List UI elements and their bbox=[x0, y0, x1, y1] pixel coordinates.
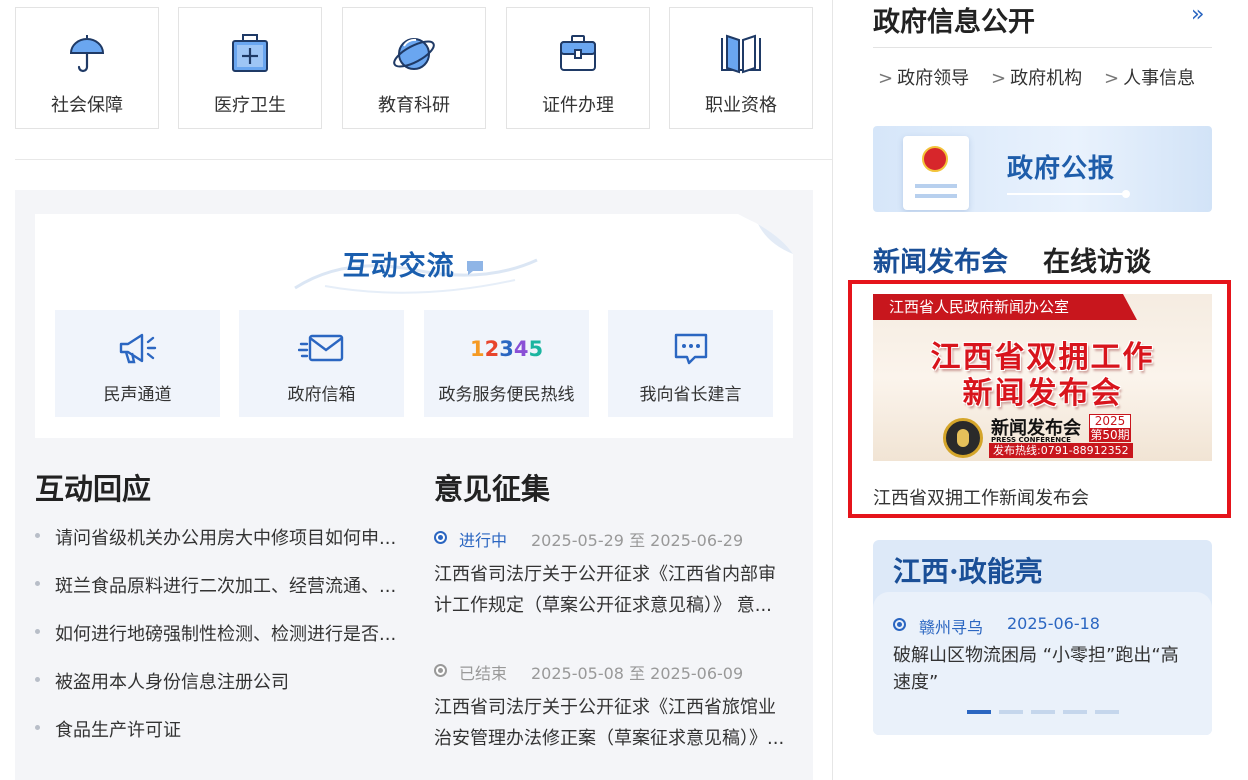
opinions-heading: 意见征集 bbox=[434, 472, 551, 506]
carousel-dot[interactable] bbox=[1063, 710, 1087, 714]
service-card-education[interactable]: 教育科研 bbox=[342, 7, 486, 129]
press-caption[interactable]: 江西省双拥工作新闻发布会 bbox=[873, 484, 1089, 510]
link-personnel-info[interactable]: > 人事信息 bbox=[1104, 64, 1195, 90]
book-icon bbox=[670, 32, 812, 76]
service-card-certificates[interactable]: 证件办理 bbox=[506, 7, 650, 129]
tab-online-interview[interactable]: 在线访谈 bbox=[1043, 240, 1151, 279]
hotline-digit: 5 bbox=[528, 337, 544, 361]
service-card-qualifications[interactable]: 职业资格 bbox=[669, 7, 813, 129]
divider bbox=[873, 47, 1212, 48]
date-range: 2025-05-29 至 2025-06-29 bbox=[531, 531, 744, 550]
tab-press-conference[interactable]: 新闻发布会 bbox=[873, 240, 1008, 279]
interaction-card: 互动交流 民声通道 政府信箱 12345 政务服务便民热线 我向省长建言 bbox=[35, 214, 793, 438]
hotline-number-icon: 12345 bbox=[424, 330, 589, 368]
bullet bbox=[35, 629, 40, 634]
responses-heading: 互动回应 bbox=[35, 472, 152, 506]
jx-card: 赣州寻乌 2025-06-18 破解山区物流困局 “小零担”跑出“高速度” bbox=[873, 592, 1212, 735]
service-card-social-security[interactable]: 社会保障 bbox=[15, 7, 159, 129]
jx-source: 赣州寻乌 bbox=[919, 618, 984, 637]
carousel-dot[interactable] bbox=[967, 710, 991, 714]
microphone-logo-icon bbox=[943, 418, 983, 458]
advise-governor[interactable]: 我向省长建言 bbox=[608, 310, 773, 417]
chevron-right-icon: > bbox=[991, 68, 1007, 89]
channel-label: 政府信箱 bbox=[287, 385, 356, 405]
channel-label: 民声通道 bbox=[103, 385, 172, 405]
press-hotline: 发布热线:0791-88912352 bbox=[989, 443, 1133, 458]
status-radio-icon bbox=[434, 664, 447, 677]
chevron-right-icon: > bbox=[1104, 68, 1120, 89]
planet-icon bbox=[343, 32, 485, 76]
hotline-digit: 1 bbox=[469, 337, 485, 361]
gazette-title: 政府公报 bbox=[1007, 154, 1116, 184]
jx-panel-title: 江西·政能亮 bbox=[893, 555, 1043, 588]
bullet bbox=[35, 725, 40, 730]
briefcase-icon bbox=[507, 32, 649, 76]
speech-bubble-icon bbox=[467, 260, 484, 275]
response-item[interactable]: 食品生产许可证 bbox=[35, 714, 410, 744]
jiangxi-zhengnengliang-panel: 江西·政能亮 赣州寻乌 2025-06-18 破解山区物流困局 “小零担”跑出“… bbox=[873, 540, 1212, 735]
bullet bbox=[35, 581, 40, 586]
press-conference-banner[interactable]: 江西省人民政府新闻办公室 江西省双拥工作 新闻发布会 新闻发布会 PRESS C… bbox=[873, 294, 1212, 461]
mail-icon bbox=[239, 330, 404, 368]
press-issue: 第50期 bbox=[1089, 428, 1131, 442]
link-gov-agencies[interactable]: > 政府机构 bbox=[991, 64, 1082, 90]
carousel-dot[interactable] bbox=[999, 710, 1023, 714]
carousel-dot[interactable] bbox=[1031, 710, 1055, 714]
press-headline-line2: 新闻发布会 bbox=[962, 376, 1123, 411]
status-radio-icon bbox=[893, 618, 906, 631]
hotline-digit: 3 bbox=[499, 337, 514, 361]
service-label: 教育科研 bbox=[378, 95, 450, 116]
opinion-link[interactable]: 江西省司法厅关于公开征求《江西省内部审 计工作规定（草案公开征求意见稿）》 意.… bbox=[434, 559, 794, 621]
press-office-band: 江西省人民政府新闻办公室 bbox=[873, 294, 1137, 320]
opinion-link[interactable]: 江西省司法厅关于公开征求《江西省旅馆业 治安管理办法修正案（草案征求意见稿）》.… bbox=[434, 692, 794, 754]
interaction-title: 互动交流 bbox=[35, 244, 793, 283]
response-item[interactable]: 请问省级机关办公用房大中修项目如何申... bbox=[35, 522, 410, 552]
column-divider bbox=[832, 0, 833, 780]
service-card-medical[interactable]: 医疗卫生 bbox=[178, 7, 322, 129]
status-badge: 已结束 bbox=[459, 664, 508, 683]
page-curl-decoration bbox=[738, 214, 793, 254]
chat-bubble-icon bbox=[608, 330, 773, 368]
hotline-digit: 4 bbox=[513, 337, 529, 361]
channel-label: 政务服务便民热线 bbox=[438, 385, 575, 405]
link-gov-leaders[interactable]: > 政府领导 bbox=[878, 64, 969, 90]
hotline-digit: 2 bbox=[484, 337, 500, 361]
bullet bbox=[35, 677, 40, 682]
umbrella-icon bbox=[16, 32, 158, 76]
opinion-status-row: 已结束 2025-05-08 至 2025-06-09 bbox=[434, 660, 814, 684]
response-item[interactable]: 斑兰食品原料进行二次加工、经营流通、... bbox=[35, 570, 410, 600]
service-label: 职业资格 bbox=[705, 95, 777, 116]
chevron-right-icon: > bbox=[878, 68, 894, 89]
service-label: 证件办理 bbox=[542, 95, 614, 116]
service-label: 医疗卫生 bbox=[214, 95, 286, 116]
opinion-status-row: 进行中 2025-05-29 至 2025-06-29 bbox=[434, 527, 814, 551]
people-voice-channel[interactable]: 民声通道 bbox=[55, 310, 220, 417]
jx-date: 2025-06-18 bbox=[1007, 614, 1100, 633]
medical-kit-icon bbox=[179, 32, 321, 76]
status-badge: 进行中 bbox=[459, 531, 508, 550]
date-range: 2025-05-08 至 2025-06-09 bbox=[531, 664, 744, 683]
hotline-12345[interactable]: 12345 政务服务便民热线 bbox=[424, 310, 589, 417]
carousel-dot[interactable] bbox=[1095, 710, 1119, 714]
status-radio-icon bbox=[434, 531, 447, 544]
document-icon bbox=[903, 136, 969, 210]
jx-article-link[interactable]: 破解山区物流困局 “小零担”跑出“高速度” bbox=[893, 642, 1193, 696]
response-item[interactable]: 被盗用本人身份信息注册公司 bbox=[35, 666, 410, 696]
megaphone-icon bbox=[55, 330, 220, 368]
divider bbox=[15, 159, 832, 160]
more-arrows-icon[interactable]: » bbox=[1191, 2, 1204, 27]
bullet bbox=[35, 533, 40, 538]
service-label: 社会保障 bbox=[51, 95, 123, 116]
government-mailbox[interactable]: 政府信箱 bbox=[239, 310, 404, 417]
gov-gazette-banner[interactable]: 政府公报 bbox=[873, 126, 1212, 212]
response-item[interactable]: 如何进行地磅强制性检测、检测进行是否... bbox=[35, 618, 410, 648]
channel-label: 我向省长建言 bbox=[639, 385, 742, 405]
national-emblem-icon bbox=[922, 146, 948, 172]
gov-info-title: 政府信息公开 bbox=[873, 7, 1035, 38]
